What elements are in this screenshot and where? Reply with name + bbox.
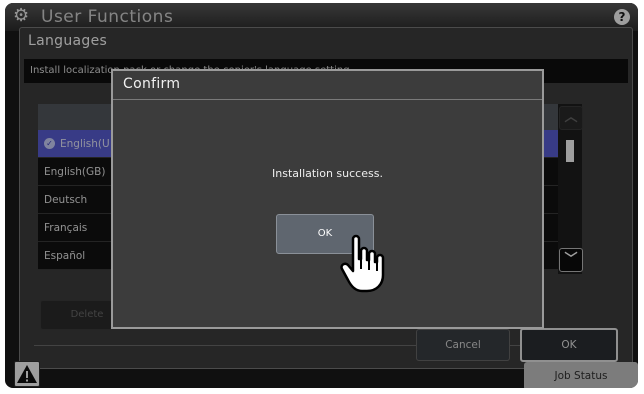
dialog-message: Installation success. — [272, 167, 383, 180]
confirm-dialog: Confirm Installation success. OK — [111, 69, 544, 329]
hand-pointer-icon — [340, 234, 385, 293]
copier-screen: ⚙ User Functions ? Languages Install loc… — [5, 3, 638, 388]
dialog-title: Confirm — [123, 76, 181, 92]
dialog-divider — [113, 99, 542, 100]
